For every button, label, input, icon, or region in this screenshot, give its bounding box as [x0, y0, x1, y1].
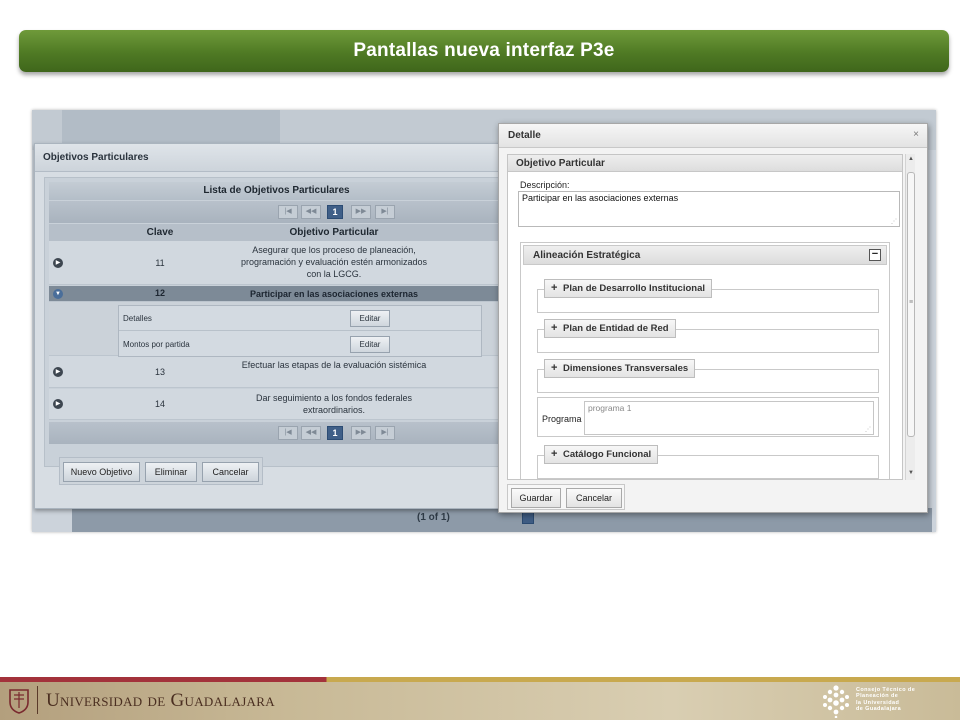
dimensiones-toggle[interactable]: + Dimensiones Transversales: [544, 359, 696, 378]
column-objective[interactable]: Objetivo Particular: [239, 224, 429, 241]
strategic-alignment-title: Alineación Estratégica: [533, 250, 641, 261]
row-objective: Asegurar que los proceso de planeación, …: [240, 245, 428, 279]
scroll-thumb[interactable]: ≡: [907, 172, 915, 437]
background-pager-text: (1 of 1): [417, 512, 450, 523]
catalogo-label: Catálogo Funcional: [563, 449, 652, 460]
edit-details-button[interactable]: Editar: [350, 310, 390, 327]
row-expand-icon[interactable]: ▶: [53, 367, 63, 377]
cancel-button[interactable]: Cancelar: [566, 488, 622, 508]
scroll-grip-icon: ≡: [909, 299, 914, 306]
subtable-row-details: Detalles Editar: [119, 306, 481, 331]
detail-dialog: Detalle × Objetivo Particular Descripció…: [498, 123, 928, 513]
app-screenshot: (1 of 1) Objetivos Particulares Lista de…: [32, 110, 936, 532]
table-row[interactable]: ▶ 13 Efectuar las etapas de la evaluació…: [49, 356, 504, 388]
pager-last-button[interactable]: ▶|: [375, 205, 395, 219]
detail-scrollbar[interactable]: ▲ ≡ ▼: [905, 154, 915, 480]
description-label: Descripción:: [520, 180, 570, 190]
detail-scroll-area: Objetivo Particular Descripción: Partici…: [507, 154, 903, 480]
row-key: 14: [154, 399, 165, 409]
pager-prev-button[interactable]: ◀◀: [301, 205, 321, 219]
table-row-selected[interactable]: ▼ 12 Participar en las asociaciones exte…: [49, 286, 504, 302]
strategic-alignment-header: Alineación Estratégica −: [523, 245, 887, 265]
university-seal-icon: [9, 689, 29, 714]
expand-icon: +: [551, 282, 558, 294]
expand-icon: +: [551, 448, 558, 460]
row-objective: Efectuar las etapas de la evaluación sis…: [241, 360, 427, 370]
edit-amounts-button[interactable]: Editar: [350, 336, 390, 353]
cancel-button[interactable]: Cancelar: [202, 462, 259, 482]
footer-divider: [37, 686, 38, 714]
description-value: Participar en las asociaciones externas: [522, 193, 679, 203]
row-collapse-icon[interactable]: ▼: [53, 289, 63, 299]
objectives-table-title: Lista de Objetivos Particulares: [49, 182, 504, 200]
fieldset-dimensiones: + Dimensiones Transversales: [537, 359, 879, 393]
fieldset-plan-red: + Plan de Entidad de Red: [537, 319, 879, 353]
catalogo-toggle[interactable]: + Catálogo Funcional: [544, 445, 659, 464]
table-row[interactable]: ▶ 14 Dar seguimiento a los fondos federa…: [49, 389, 504, 420]
plan-institucional-label: Plan de Desarrollo Institucional: [563, 283, 706, 294]
fieldset-plan-institucional: + Plan de Desarrollo Institucional: [537, 279, 879, 313]
new-objective-button[interactable]: Nuevo Objetivo: [63, 462, 140, 482]
programa-textarea[interactable]: programa 1 ⋰: [584, 401, 874, 435]
pager-next-button[interactable]: ▶▶: [351, 426, 371, 440]
row-objective: Participar en las asociaciones externas: [249, 289, 419, 299]
dimensiones-label: Dimensiones Transversales: [563, 363, 689, 374]
scroll-up-icon[interactable]: ▲: [906, 156, 916, 162]
programa-value: programa 1: [588, 403, 632, 413]
row-objective: Dar seguimiento a los fondos federales e…: [255, 393, 413, 415]
pager-next-button[interactable]: ▶▶: [351, 205, 371, 219]
resize-grip-icon[interactable]: ⋰: [891, 218, 897, 225]
subtable-label: Montos por partida: [123, 340, 190, 349]
table-row[interactable]: ▶ 11 Asegurar que los proceso de planeac…: [49, 241, 504, 285]
slide-title: Pantallas nueva interfaz P3e: [19, 30, 949, 72]
pager-page-button[interactable]: 1: [327, 426, 343, 440]
plan-red-label: Plan de Entidad de Red: [563, 323, 669, 334]
programa-field: Programa programa 1 ⋰: [537, 397, 879, 437]
plan-institucional-toggle[interactable]: + Plan de Desarrollo Institucional: [544, 279, 713, 298]
scroll-down-icon[interactable]: ▼: [906, 470, 916, 476]
pager-prev-button[interactable]: ◀◀: [301, 426, 321, 440]
objectives-column-header: Clave Objetivo Particular: [49, 224, 504, 241]
objectives-button-bar: Nuevo Objetivo Eliminar Cancelar: [59, 457, 263, 485]
pager-first-button[interactable]: |◀: [278, 205, 298, 219]
objectives-dialog-title: Objetivos Particulares: [35, 144, 513, 172]
objectives-pager-bottom: |◀ ◀◀ 1 ▶▶ ▶|: [49, 422, 504, 444]
row-key: 11: [155, 258, 165, 268]
row-key: 13: [154, 367, 165, 377]
resize-grip-icon[interactable]: ⋰: [865, 426, 871, 433]
footer: Universidad de Guadalajara Consejo Técni…: [0, 682, 960, 720]
subtable-row-amounts: Montos por partida Editar: [119, 332, 481, 357]
close-icon[interactable]: ×: [911, 130, 921, 140]
pager-last-button[interactable]: ▶|: [375, 426, 395, 440]
council-line: de Guadalajara: [856, 705, 902, 712]
slide: Pantallas nueva interfaz P3e (1 of 1) Ob…: [0, 0, 960, 720]
expand-icon: +: [551, 362, 558, 374]
row-expand-icon[interactable]: ▶: [53, 258, 63, 268]
objectives-dialog: Objetivos Particulares Lista de Objetivo…: [34, 143, 514, 509]
objective-section-header: Objetivo Particular: [508, 155, 902, 172]
fieldset-catalogo: + Catálogo Funcional: [537, 445, 879, 479]
planning-council-logo-icon: [823, 685, 849, 718]
detail-button-bar: Guardar Cancelar: [507, 484, 625, 510]
row-key: 12: [154, 288, 165, 298]
column-key[interactable]: Clave: [130, 224, 190, 241]
pager-first-button[interactable]: |◀: [278, 426, 298, 440]
plan-red-toggle[interactable]: + Plan de Entidad de Red: [544, 319, 676, 338]
save-button[interactable]: Guardar: [511, 488, 561, 508]
pager-page-button[interactable]: 1: [327, 205, 343, 219]
row-expand-icon[interactable]: ▶: [53, 399, 63, 409]
objectives-pager-top: |◀ ◀◀ 1 ▶▶ ▶|: [49, 201, 504, 223]
delete-button[interactable]: Eliminar: [145, 462, 197, 482]
strategic-alignment-panel: Alineación Estratégica − + Plan de Desar…: [520, 242, 890, 479]
expand-icon: +: [551, 322, 558, 334]
collapse-icon[interactable]: −: [869, 249, 881, 261]
row-subtable: Detalles Editar Montos por partida Edita…: [118, 305, 482, 357]
programa-label: Programa: [542, 414, 582, 424]
university-name: Universidad de Guadalajara: [46, 690, 275, 711]
subtable-label: Detalles: [123, 314, 152, 323]
planning-council-name: Consejo Técnico de Planeación de la Univ…: [856, 687, 956, 712]
detail-dialog-title: Detalle: [499, 124, 927, 148]
description-textarea[interactable]: Participar en las asociaciones externas …: [518, 191, 900, 227]
